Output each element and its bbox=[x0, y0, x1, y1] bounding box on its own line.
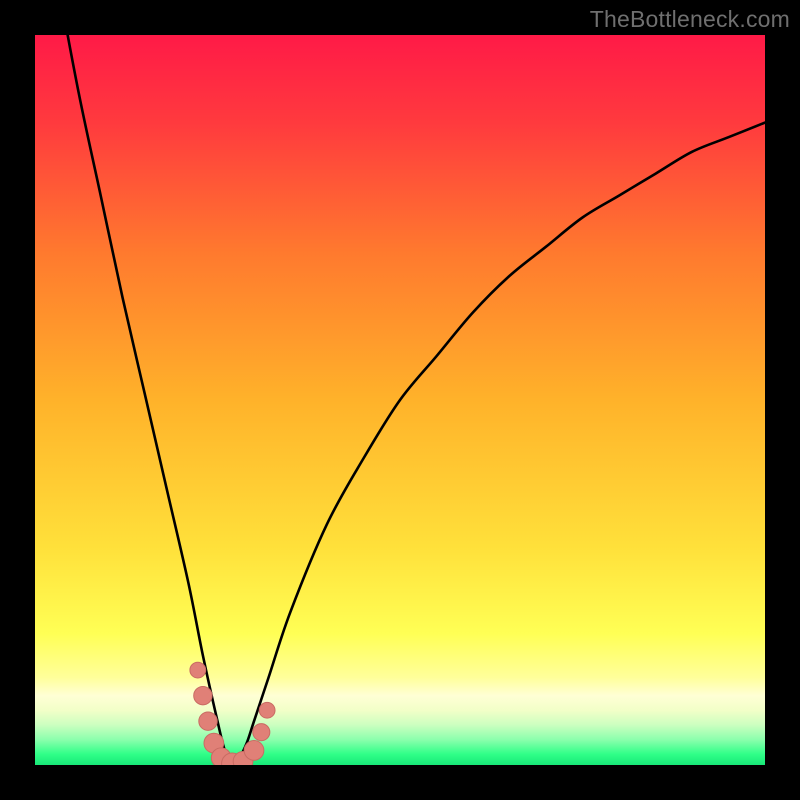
marker-group bbox=[190, 662, 275, 765]
curve-marker bbox=[194, 686, 212, 704]
curve-marker bbox=[190, 662, 206, 678]
curve-marker bbox=[244, 741, 264, 761]
chart-frame: TheBottleneck.com bbox=[0, 0, 800, 800]
curve-marker bbox=[259, 702, 275, 718]
curve-marker bbox=[199, 712, 217, 730]
curve-marker bbox=[253, 724, 270, 741]
watermark-text: TheBottleneck.com bbox=[590, 6, 790, 33]
curve-path bbox=[35, 35, 765, 765]
bottleneck-curve bbox=[35, 35, 765, 765]
plot-area bbox=[35, 35, 765, 765]
